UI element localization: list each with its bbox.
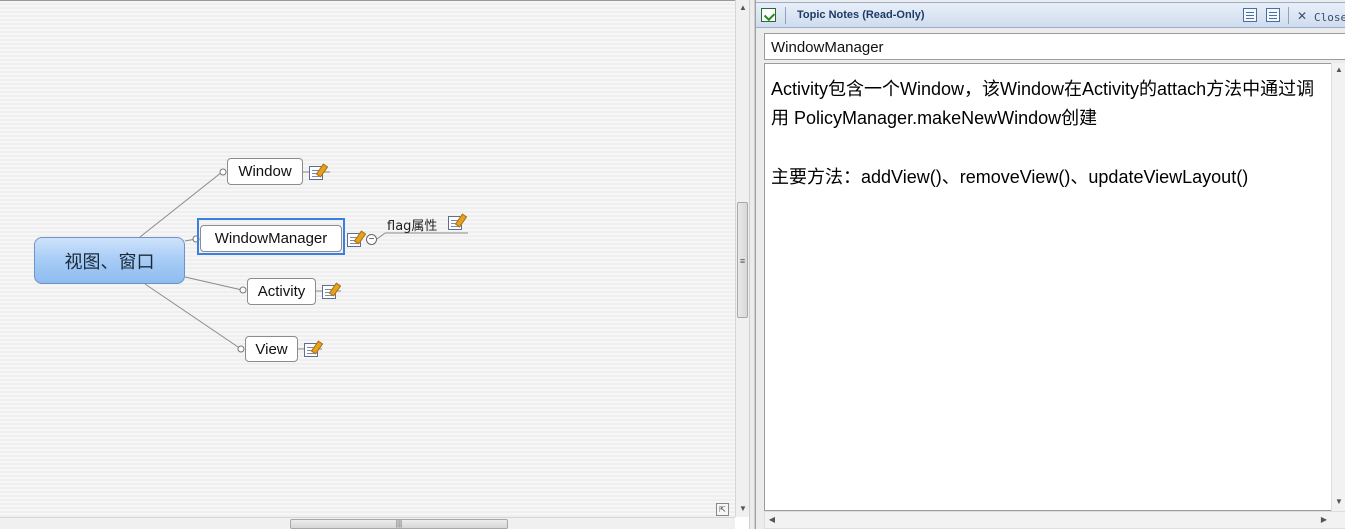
note-topic-title: WindowManager	[764, 33, 1345, 60]
divider	[785, 7, 786, 24]
note-icon[interactable]	[322, 285, 336, 299]
topic-view[interactable]: View	[245, 336, 298, 362]
note-icon[interactable]	[304, 343, 318, 357]
canvas-vertical-scrollbar[interactable]: ▲ ≡ ▼	[735, 0, 749, 517]
note-vertical-scrollbar[interactable]: ▲ ▼	[1331, 63, 1345, 511]
topic-label: WindowManager	[214, 230, 328, 247]
scroll-down-arrow-icon[interactable]: ▼	[1332, 495, 1345, 509]
navigator-button[interactable]: ⇱	[716, 503, 729, 516]
export-note-icon[interactable]	[1243, 8, 1257, 22]
scrollbar-thumb[interactable]: ≡	[737, 202, 748, 318]
topic-label: View	[255, 340, 288, 358]
topic-label: Activity	[257, 283, 306, 300]
scroll-right-arrow-icon[interactable]: ▶	[1317, 513, 1331, 527]
note-icon[interactable]	[448, 216, 462, 230]
close-button[interactable]: Close	[1314, 11, 1345, 24]
close-icon[interactable]: ✕	[1297, 9, 1307, 23]
topic-windowmanager[interactable]: WindowManager	[200, 225, 342, 252]
mindmap-canvas[interactable]: 视图、窗口 Window WindowManager − flag属性 Acti…	[0, 0, 735, 518]
import-note-icon[interactable]	[1266, 8, 1280, 22]
collapse-toggle[interactable]: −	[366, 234, 377, 245]
topic-label: Window	[238, 163, 292, 180]
notes-header: Topic Notes (Read-Only) ✕ Close	[756, 2, 1345, 28]
note-paragraph: 主要方法：addView()、removeView()、updateViewLa…	[771, 167, 1249, 187]
note-content[interactable]: Activity包含一个Window，该Window在Activity的atta…	[764, 63, 1331, 511]
canvas-horizontal-scrollbar[interactable]: |||	[0, 517, 735, 529]
note-paragraph: Activity包含一个Window，该Window在Activity的atta…	[771, 79, 1315, 128]
note-icon[interactable]	[347, 233, 361, 247]
scroll-up-arrow-icon[interactable]: ▲	[736, 1, 750, 15]
central-topic-label: 视图、窗口	[64, 251, 155, 273]
scroll-down-arrow-icon[interactable]: ▼	[736, 502, 750, 516]
subtopic-flag[interactable]: flag属性	[387, 215, 437, 234]
central-topic[interactable]: 视图、窗口	[34, 237, 185, 284]
scrollbar-thumb[interactable]: |||	[290, 519, 508, 529]
topic-notes-panel: Topic Notes (Read-Only) ✕ Close WindowMa…	[755, 0, 1345, 529]
note-icon[interactable]	[309, 166, 323, 180]
topic-window[interactable]: Window	[227, 158, 303, 185]
subtopic-label: flag属性	[387, 219, 438, 234]
notes-panel-title: Topic Notes (Read-Only)	[797, 9, 925, 21]
scroll-up-arrow-icon[interactable]: ▲	[1332, 63, 1345, 77]
scroll-left-arrow-icon[interactable]: ◀	[765, 513, 779, 527]
topic-activity[interactable]: Activity	[247, 278, 316, 305]
note-horizontal-scrollbar[interactable]: ◀ ▶	[764, 511, 1345, 529]
notes-panel-icon	[761, 8, 776, 22]
divider	[1288, 7, 1289, 24]
